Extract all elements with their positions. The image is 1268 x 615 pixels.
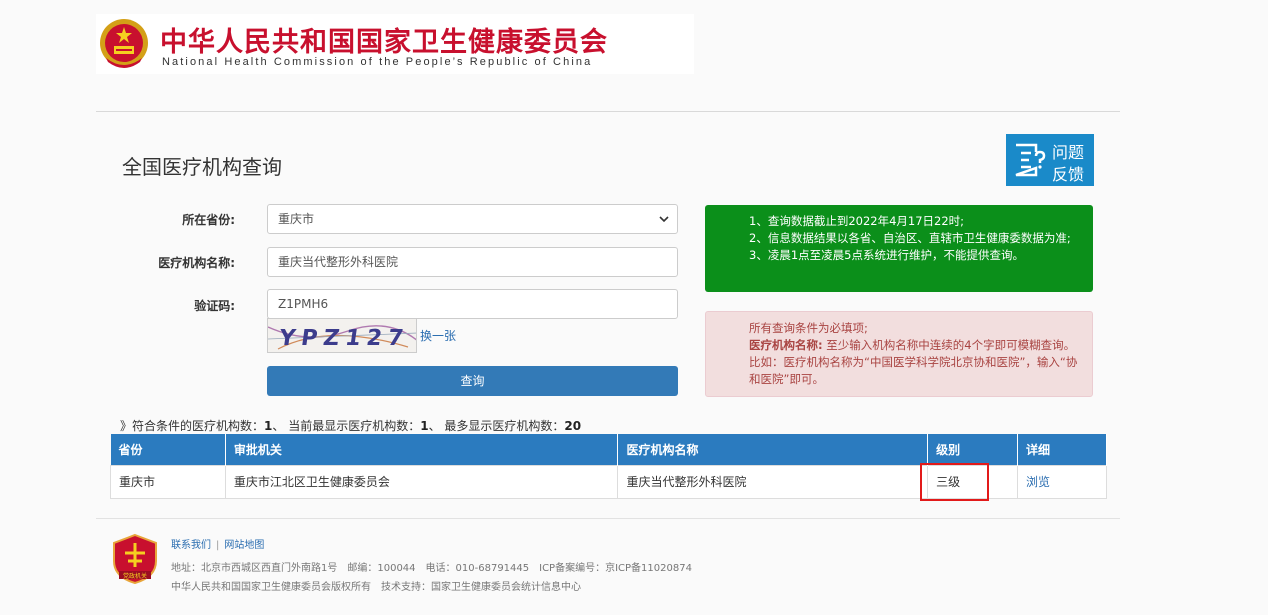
cell-detail: 浏览 bbox=[1017, 464, 1107, 499]
province-select[interactable]: 重庆市 bbox=[267, 204, 678, 234]
result-summary: 》符合条件的医疗机构数：1、 当前最显示医疗机构数：1、 最多显示医疗机构数：2… bbox=[120, 417, 581, 434]
captcha-image[interactable]: YPZ127 bbox=[267, 318, 417, 353]
feedback-label-1: 问题 bbox=[1052, 143, 1085, 162]
footer-link-separator: | bbox=[216, 540, 220, 551]
institution-name-input[interactable]: 重庆当代整形外科医院 bbox=[267, 247, 678, 277]
cell-province: 重庆市 bbox=[110, 464, 226, 499]
header-level: 级别 bbox=[927, 434, 1019, 465]
captcha-text: YPZ127 bbox=[277, 325, 412, 351]
footer-copyright: 中华人民共和国国家卫生健康委员会版权所有 技术支持：国家卫生健康委员会统计信息中… bbox=[171, 582, 581, 593]
contact-link[interactable]: 联系我们 bbox=[171, 540, 211, 551]
captcha-label: 验证码: bbox=[194, 299, 235, 313]
chevron-down-icon bbox=[659, 216, 669, 223]
level-highlight-box bbox=[920, 463, 989, 501]
summary-max-count: 20 bbox=[564, 419, 582, 433]
national-emblem-icon bbox=[100, 19, 148, 68]
captcha-noise-graphic: YPZ127 bbox=[268, 319, 416, 352]
browse-link[interactable]: 浏览 bbox=[1026, 475, 1050, 489]
footer-links: 联系我们 | 网站地图 bbox=[171, 536, 264, 551]
notice-name-hint: 医疗机构名称: 至少输入机构名称中连续的4个字即可模糊查询。比如：医疗机构名称为… bbox=[749, 337, 1078, 388]
notice-requirements-box: 所有查询条件为必填项; 医疗机构名称: 至少输入机构名称中连续的4个字即可模糊查… bbox=[705, 311, 1093, 397]
summary-prefix: 》符合条件的医疗机构数： bbox=[120, 419, 265, 433]
table-header-row: 省份 审批机关 医疗机构名称 级别 详细 bbox=[110, 434, 1107, 465]
site-title-chinese: 中华人民共和国国家卫生健康委员会 bbox=[160, 27, 608, 58]
header-authority: 审批机关 bbox=[225, 434, 619, 465]
site-title-english: National Health Commission of the People… bbox=[162, 56, 593, 68]
cell-authority: 重庆市江北区卫生健康委员会 bbox=[224, 464, 619, 499]
summary-current-count: 1 bbox=[420, 419, 429, 433]
refresh-captcha-link[interactable]: 换一张 bbox=[420, 327, 456, 344]
summary-max-label: 、 最多显示医疗机构数： bbox=[428, 419, 565, 433]
province-select-value: 重庆市 bbox=[278, 212, 315, 226]
notice-info-box: 1、查询数据截止到2022年4月17日22时; 2、信息数据结果以各省、自治区、… bbox=[705, 205, 1093, 292]
header-province: 省份 bbox=[110, 434, 226, 465]
cell-institution-name: 重庆当代整形外科医院 bbox=[617, 464, 929, 499]
summary-current-label: 、 当前最显示医疗机构数： bbox=[272, 419, 421, 433]
header-detail: 详细 bbox=[1017, 434, 1107, 465]
province-label: 所在省份: bbox=[182, 213, 235, 227]
notice-line: 3、凌晨1点至凌晨5点系统进行维护，不能提供查询。 bbox=[749, 248, 1024, 262]
notice-line: 1、查询数据截止到2022年4月17日22时; bbox=[749, 214, 965, 228]
feedback-button[interactable]: 问题 反馈 bbox=[1006, 134, 1094, 186]
notice-line: 2、信息数据结果以各省、自治区、直辖市卫生健康委数据为准; bbox=[749, 231, 1071, 245]
header-institution-name: 医疗机构名称 bbox=[617, 434, 929, 465]
notice-name-bold: 医疗机构名称: bbox=[749, 338, 823, 352]
footer-address: 地址：北京市西城区西直门外南路1号 邮编：100044 电话：010-68791… bbox=[171, 563, 692, 574]
sitemap-link[interactable]: 网站地图 bbox=[224, 540, 264, 551]
site-header: 中华人民共和国国家卫生健康委员会 National Health Commiss… bbox=[96, 14, 694, 74]
feedback-label-2: 反馈 bbox=[1052, 165, 1085, 184]
captcha-input[interactable]: Z1PMH6 bbox=[267, 289, 678, 319]
footer-divider bbox=[96, 518, 1120, 519]
badge-text: 党政机关 bbox=[123, 572, 147, 580]
institution-name-label: 医疗机构名称: bbox=[158, 256, 235, 270]
notice-required-line: 所有查询条件为必填项; bbox=[749, 321, 868, 335]
page-title: 全国医疗机构查询 bbox=[122, 155, 282, 179]
government-site-badge-icon[interactable]: 党政机关 bbox=[110, 533, 160, 585]
query-button[interactable]: 查询 bbox=[267, 366, 678, 396]
feedback-document-icon bbox=[1015, 143, 1046, 177]
header-divider bbox=[96, 111, 1120, 112]
